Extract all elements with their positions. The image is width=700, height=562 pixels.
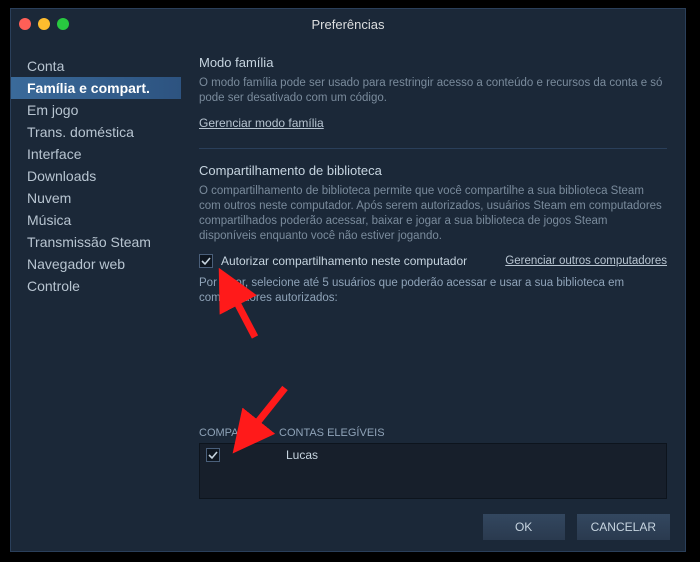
sidebar-item-ingame[interactable]: Em jogo [11, 99, 181, 121]
cancel-button[interactable]: CANCELAR [576, 513, 671, 541]
col-eligible-header: CONTAS ELEGÍVEIS [279, 427, 385, 439]
window-title: Preferências [312, 17, 385, 32]
close-icon[interactable] [19, 18, 31, 30]
manage-other-computers-link[interactable]: Gerenciar outros computadores [505, 255, 667, 267]
select-users-hint: Por favor, selecione até 5 usuários que … [199, 276, 667, 306]
authorize-checkbox[interactable] [199, 254, 213, 268]
sidebar-item-homestream[interactable]: Trans. doméstica [11, 121, 181, 143]
col-share-header: COMPART. [199, 427, 261, 439]
account-row[interactable]: Lucas [200, 444, 666, 466]
footer: OK CANCELAR [482, 513, 671, 541]
check-icon [208, 450, 218, 460]
preferences-window: Preferências Conta Família e compart. Em… [10, 8, 686, 552]
sidebar-item-broadcast[interactable]: Transmissão Steam [11, 231, 181, 253]
sidebar-item-webbrowser[interactable]: Navegador web [11, 253, 181, 275]
traffic-lights [19, 18, 69, 30]
sidebar-item-cloud[interactable]: Nuvem [11, 187, 181, 209]
eligible-accounts: COMPART. CONTAS ELEGÍVEIS Lucas [199, 423, 667, 499]
account-share-checkbox[interactable] [206, 448, 220, 462]
minimize-icon[interactable] [38, 18, 50, 30]
content-pane: Modo família O modo família pode ser usa… [181, 41, 685, 509]
sidebar-item-family[interactable]: Família e compart. [11, 77, 181, 99]
maximize-icon[interactable] [57, 18, 69, 30]
sidebar-item-music[interactable]: Música [11, 209, 181, 231]
titlebar: Preferências [11, 9, 685, 41]
sidebar-item-downloads[interactable]: Downloads [11, 165, 181, 187]
accounts-list: Lucas [199, 443, 667, 499]
manage-family-link[interactable]: Gerenciar modo família [199, 116, 324, 130]
window-body: Conta Família e compart. Em jogo Trans. … [11, 41, 685, 509]
authorize-row: Autorizar compartilhamento neste computa… [199, 254, 667, 268]
account-name: Lucas [286, 448, 318, 462]
sidebar-item-interface[interactable]: Interface [11, 143, 181, 165]
divider [199, 148, 667, 149]
library-sharing-title: Compartilhamento de biblioteca [199, 163, 667, 178]
accounts-header: COMPART. CONTAS ELEGÍVEIS [199, 423, 667, 443]
sidebar-item-account[interactable]: Conta [11, 55, 181, 77]
check-icon [201, 256, 211, 266]
library-sharing-desc: O compartilhamento de biblioteca permite… [199, 184, 667, 244]
sidebar: Conta Família e compart. Em jogo Trans. … [11, 41, 181, 509]
ok-button[interactable]: OK [482, 513, 566, 541]
sidebar-item-controller[interactable]: Controle [11, 275, 181, 297]
family-mode-desc: O modo família pode ser usado para restr… [199, 76, 667, 106]
family-mode-title: Modo família [199, 55, 667, 70]
authorize-label: Autorizar compartilhamento neste computa… [221, 254, 497, 268]
